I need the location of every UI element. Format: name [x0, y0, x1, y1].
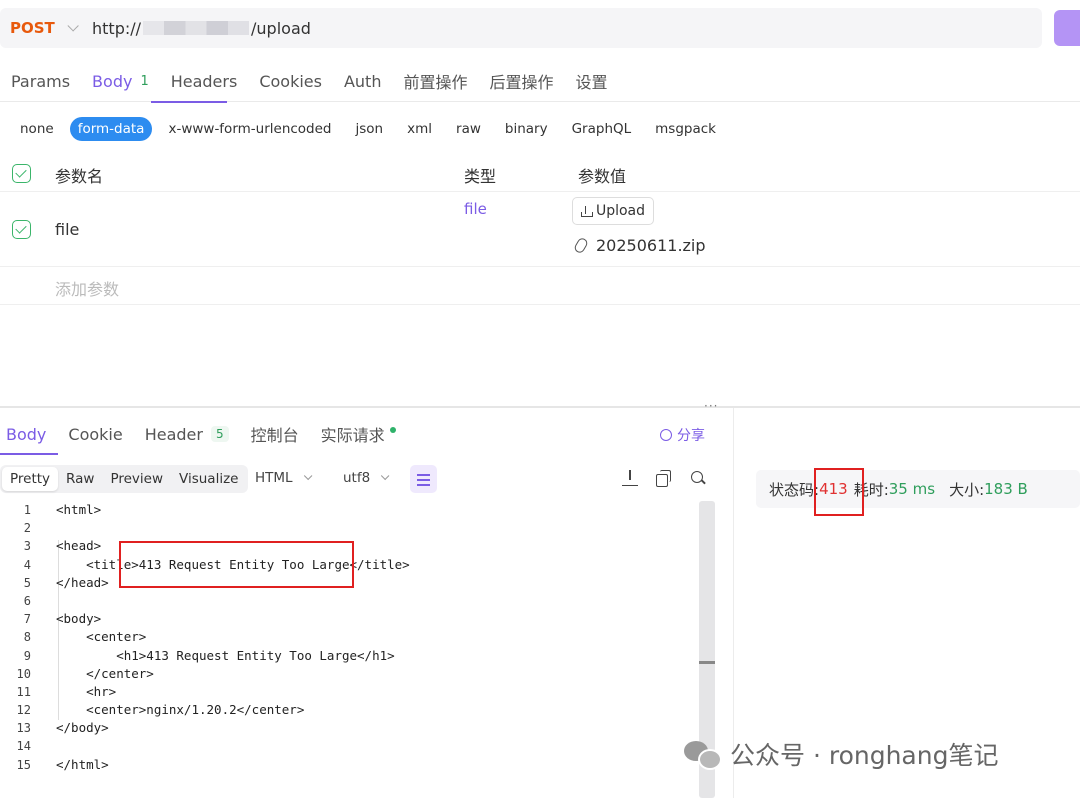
response-view-bar: Pretty Raw Preview Visualize HTML utf8 [0, 465, 733, 493]
url-input[interactable]: http:// /upload [92, 19, 311, 38]
body-count-badge: 1 [140, 73, 149, 89]
size-label: 大小: [949, 480, 985, 499]
chevron-down-icon [303, 471, 312, 481]
view-visualize[interactable]: Visualize [171, 467, 246, 491]
tab-post-request[interactable]: 后置操作 [478, 60, 564, 102]
method-select[interactable]: POST [0, 19, 92, 37]
code-line: 12 <center>nginx/1.20.2</center> [16, 702, 305, 718]
tab-headers[interactable]: Headers [160, 60, 249, 102]
time-value: 35 ms [888, 480, 936, 498]
share-icon [660, 429, 672, 441]
url-prefix: http:// [92, 18, 142, 38]
column-type: 类型 [464, 167, 497, 186]
search-icon[interactable] [690, 470, 706, 486]
code-line: 1 <html> [23, 502, 102, 517]
send-button[interactable] [1054, 10, 1080, 46]
request-tabs: Params Body 1 Headers Cookies Auth 前置操作 … [0, 60, 1080, 103]
redacted-host [143, 21, 250, 35]
size-value: 183 B [984, 480, 1028, 498]
attached-file-name: 20250611.zip [596, 236, 706, 255]
body-type-graphql[interactable]: GraphQL [564, 117, 640, 141]
code-line: 14 [16, 739, 31, 754]
tab-auth[interactable]: Auth [333, 60, 393, 102]
pane-splitter[interactable] [0, 406, 1080, 408]
watermark-text: 公众号 · ronghang笔记 [730, 741, 999, 770]
format-select[interactable]: HTML [255, 470, 312, 486]
body-type-raw[interactable]: raw [448, 117, 489, 141]
body-type-urlencoded[interactable]: x-www-form-urlencoded [160, 117, 339, 141]
copy-icon[interactable] [656, 470, 672, 487]
chevron-down-icon [67, 20, 79, 32]
params-table: 参数名 类型 参数值 file file Upload 20250611.zip… [0, 154, 1080, 305]
view-pretty[interactable]: Pretty [2, 467, 59, 491]
response-tabs: Body Cookie Header 5 控制台 实际请求 [0, 414, 733, 455]
encoding-select[interactable]: utf8 [343, 470, 390, 486]
response-tab-header[interactable]: Header 5 [139, 414, 241, 454]
response-tab-body[interactable]: Body [0, 414, 59, 455]
url-suffix: /upload [251, 18, 311, 38]
tab-pre-request[interactable]: 前置操作 [392, 60, 478, 102]
tab-params[interactable]: Params [0, 60, 81, 102]
chevron-down-icon [381, 471, 390, 481]
paperclip-icon [572, 236, 590, 255]
body-type-selector: none form-data x-www-form-urlencoded jso… [12, 116, 732, 142]
view-raw[interactable]: Raw [58, 467, 102, 491]
response-tab-cookie[interactable]: Cookie [62, 414, 134, 454]
param-name-field[interactable]: file [55, 220, 79, 239]
status-highlight-box [814, 468, 864, 516]
status-dot-icon [389, 427, 396, 433]
response-tab-actual-request[interactable]: 实际请求 [315, 414, 408, 454]
watermark: 公众号 · ronghang笔记 [684, 736, 998, 772]
code-line: 2 [23, 521, 31, 536]
tab-settings[interactable]: 设置 [564, 60, 618, 102]
code-line: 9 <h1>413 Request Entity Too Large</h1> [23, 647, 395, 663]
wrap-lines-icon[interactable] [410, 465, 437, 493]
response-status: 状态码: 413 耗时: 35 ms 大小: 183 B [756, 470, 1080, 508]
url-bar: POST http:// /upload [0, 8, 1042, 48]
scrollbar-thumb[interactable] [699, 661, 715, 664]
column-value: 参数值 [578, 167, 627, 186]
tab-cookies[interactable]: Cookies [248, 60, 333, 102]
code-line: 10 </center> [16, 665, 154, 681]
param-enabled-checkbox[interactable] [12, 220, 31, 239]
status-code-label: 状态码: [769, 480, 820, 499]
body-type-msgpack[interactable]: msgpack [647, 117, 724, 141]
upload-icon [580, 205, 593, 217]
drag-handle-icon[interactable]: ··· [704, 399, 718, 413]
body-type-none[interactable]: none [12, 117, 62, 141]
code-line: 15 </html> [16, 756, 109, 772]
code-line: 13 </body> [16, 720, 109, 736]
share-button[interactable]: 分享 [660, 425, 705, 445]
method-label: POST [10, 19, 55, 37]
download-icon[interactable] [622, 470, 638, 486]
code-line: 6 [23, 593, 31, 608]
body-type-xml[interactable]: xml [399, 117, 440, 141]
add-param-input[interactable]: 添加参数 [55, 276, 119, 300]
response-tab-console[interactable]: 控制台 [245, 414, 311, 454]
column-param-name: 参数名 [55, 167, 104, 186]
params-header-row: 参数名 类型 参数值 [0, 154, 1080, 192]
body-type-binary[interactable]: binary [497, 117, 556, 141]
title-highlight-box [119, 541, 354, 588]
param-type-select[interactable]: file [464, 200, 487, 218]
code-line: 8 <center> [23, 629, 147, 645]
view-preview[interactable]: Preview [102, 467, 171, 491]
upload-button[interactable]: Upload [572, 197, 654, 225]
header-count-badge: 5 [210, 426, 229, 442]
param-row: file file Upload 20250611.zip [0, 192, 1080, 267]
code-line: 7 <body> [23, 611, 102, 627]
wechat-logo-icon [684, 739, 722, 770]
select-all-checkbox[interactable] [12, 164, 31, 183]
tab-body[interactable]: Body 1 [81, 60, 227, 103]
body-type-json[interactable]: json [348, 117, 392, 141]
add-param-row: 添加参数 [0, 267, 1080, 305]
body-type-form-data[interactable]: form-data [69, 117, 153, 141]
code-line: 11 <hr> [16, 683, 117, 699]
attached-file[interactable]: 20250611.zip [572, 236, 706, 255]
view-mode-segment: Pretty Raw Preview Visualize [0, 465, 249, 493]
